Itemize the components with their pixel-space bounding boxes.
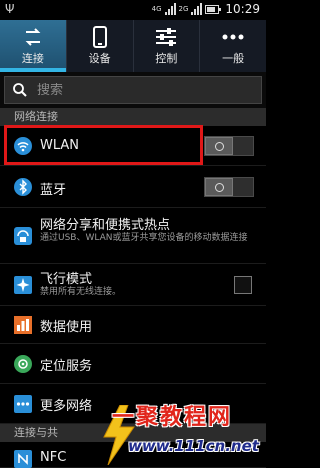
setting-title: 飞行模式 [40, 272, 93, 287]
bluetooth-icon [14, 178, 32, 196]
nfc-icon [14, 450, 32, 468]
setting-bluetooth[interactable]: 蓝牙 [0, 166, 266, 208]
watermark-url: www.111cn.net [128, 437, 259, 455]
setting-title: NFC [40, 450, 67, 465]
tab-general[interactable]: 一般 [200, 20, 266, 72]
search-icon [13, 83, 27, 97]
settings-tabs: 连接 设备 控制 一般 [0, 20, 266, 72]
status-bar: Ψ 4G 2G 10:29 [0, 0, 266, 20]
tab-label: 一般 [222, 52, 245, 65]
location-icon [14, 355, 32, 373]
signal-icon [164, 3, 176, 15]
tab-connections[interactable]: 连接 [0, 20, 67, 72]
search-box[interactable] [4, 76, 262, 104]
sliders-icon [155, 26, 177, 48]
watermark: 一聚教程网 www.111cn.net [98, 397, 266, 468]
wlan-toggle[interactable] [204, 136, 254, 156]
section-header-network: 网络连接 [0, 108, 266, 126]
clock: 10:29 [225, 2, 260, 16]
tab-device[interactable]: 设备 [67, 20, 134, 72]
wifi-icon [14, 137, 32, 155]
phone-icon [92, 26, 107, 48]
setting-location[interactable]: 定位服务 [0, 344, 266, 384]
airplane-checkbox[interactable] [234, 276, 252, 294]
setting-title: 更多网络 [40, 399, 93, 414]
data-usage-icon [14, 316, 32, 334]
setting-tethering[interactable]: 网络分享和便携式热点 通过USB、WLAN或蓝牙共享您设备的移动数据连接 [0, 208, 266, 264]
setting-airplane[interactable]: 飞行模式 禁用所有无线连接。 [0, 264, 266, 306]
airplane-icon [14, 276, 32, 294]
setting-subtitle: 禁用所有无线连接。 [40, 287, 122, 297]
tab-label: 控制 [155, 52, 178, 65]
setting-title: 数据使用 [40, 320, 93, 335]
usb-icon: Ψ [5, 2, 15, 16]
watermark-title: 一聚教程网 [112, 404, 233, 430]
bluetooth-toggle[interactable] [204, 177, 254, 197]
setting-wlan[interactable]: WLAN [0, 126, 266, 166]
more-icon [222, 26, 244, 48]
tab-controls[interactable]: 控制 [134, 20, 201, 72]
setting-subtitle: 通过USB、WLAN或蓝牙共享您设备的移动数据连接 [40, 233, 248, 243]
arrows-icon [22, 26, 44, 48]
tab-label: 设备 [88, 52, 111, 65]
setting-title: 蓝牙 [40, 183, 67, 198]
search-bar [0, 72, 266, 108]
more-networks-icon [14, 395, 32, 413]
hotspot-icon [14, 227, 32, 245]
search-input[interactable] [37, 82, 237, 98]
battery-icon [205, 4, 222, 14]
network-type-1: 4G [151, 4, 162, 13]
setting-title: 网络分享和便携式热点 [40, 218, 171, 233]
tab-label: 连接 [21, 52, 44, 65]
setting-title: 定位服务 [40, 359, 93, 374]
signal-icon-2 [191, 3, 203, 15]
network-type-2: 2G [178, 4, 189, 13]
setting-data-usage[interactable]: 数据使用 [0, 306, 266, 344]
setting-title: WLAN [40, 138, 80, 153]
